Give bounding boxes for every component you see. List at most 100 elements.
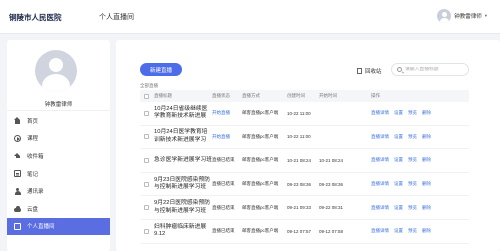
row-actions: 直播详情 设置 预览 删除	[357, 157, 469, 163]
live-method: 邮客直播pc客户端	[242, 133, 279, 139]
table-row: 10月24日省级继续医学教育新技术新进展 开始直播 邮客直播pc客户端 10-22 1…	[140, 102, 469, 126]
live-method: 邮客直播pc客户端	[242, 228, 279, 234]
live-method: 邮客直播pc客户端	[242, 204, 279, 210]
search-box[interactable]	[391, 63, 469, 76]
search-input[interactable]	[405, 67, 469, 72]
preview-link[interactable]: 预览	[408, 181, 417, 187]
preview-link[interactable]: 预览	[408, 228, 417, 234]
live-title[interactable]: 急诊医学新进展学习班	[152, 157, 212, 165]
table-body: 10月24日省级继续医学教育新技术新进展 开始直播 邮客直播pc客户端 10-22 1…	[140, 102, 469, 244]
user-menu[interactable]: 钟教雷律师 ▾	[437, 9, 487, 23]
settings-link[interactable]: 设置	[394, 181, 403, 187]
sidebar-item-cloud[interactable]: 云盘	[7, 200, 110, 218]
row-actions: 直播详情 设置 预览 删除	[357, 110, 469, 116]
live-title[interactable]: 9月22日医院感染预防与控制新进展学习班	[152, 200, 212, 215]
sidebar-item-label: 首页	[27, 118, 39, 125]
delete-link[interactable]: 删除	[422, 205, 431, 211]
details-link[interactable]: 直播详情	[371, 181, 389, 187]
hospital-logo[interactable]: 铜陵市人民医院	[9, 12, 62, 23]
sidebar-item-course[interactable]: 课程	[7, 130, 110, 148]
row-checkbox[interactable]	[143, 181, 149, 187]
delete-link[interactable]: 删除	[422, 110, 431, 116]
preview-link[interactable]: 预览	[408, 157, 417, 163]
trash-icon	[357, 68, 362, 74]
delete-link[interactable]: 删除	[422, 181, 431, 187]
settings-link[interactable]: 设置	[394, 228, 403, 234]
table-row: 9月23日医院感染预防与控制新进展学习班 直播已结束 邮客直播pc客户端 09-23 …	[140, 173, 469, 197]
live-status[interactable]: 开始直播	[212, 134, 242, 140]
details-link[interactable]: 直播详情	[371, 157, 389, 163]
sidebar-item-notes[interactable]: 笔记	[7, 165, 110, 183]
created-time: 10-22 11:00	[287, 134, 311, 140]
created-time: 10-21 08:24	[287, 157, 312, 163]
start-time: 09-12 07:58	[319, 228, 344, 234]
preview-link[interactable]: 预览	[408, 134, 417, 140]
created-time: 09-12 07:57	[287, 228, 312, 234]
sidebar-item-inbox[interactable]: 收件箱	[7, 147, 110, 165]
preview-link[interactable]: 预览	[408, 110, 417, 116]
divider	[7, 110, 110, 111]
details-link[interactable]: 直播详情	[371, 110, 389, 116]
row-checkbox[interactable]	[143, 134, 149, 140]
live-table: 直播标题 直播状态 直播方式 创建时间 开始时间 操作 10月24日省级继续医学…	[140, 90, 469, 244]
profile-avatar	[35, 50, 77, 92]
live-title[interactable]: 10月24日医学教育培训新技术新进展学习	[152, 129, 212, 144]
sidebar-item-label: 收件箱	[27, 153, 44, 160]
user-name[interactable]: 钟教雷律师	[454, 12, 482, 20]
settings-link[interactable]: 设置	[394, 134, 403, 140]
list-count-label: 全部直播	[140, 83, 158, 88]
cloud-icon	[14, 205, 21, 212]
sidebar-menu: 首页 课程 收件箱 笔记 通讯录 云盘 个人直播间	[7, 112, 110, 236]
table-row: 妇科肿瘤临床新进展9.12 直播已结束 邮客直播pc客户端 09-12 07:57 09…	[140, 220, 469, 244]
table-row: 10月24日医学教育培训新技术新进展学习 开始直播 邮客直播pc客户端 10-22 1…	[140, 126, 469, 150]
column-header: 操作	[371, 93, 380, 98]
details-link[interactable]: 直播详情	[371, 205, 389, 211]
delete-link[interactable]: 删除	[422, 157, 431, 163]
start-time: 09-23 08:36	[319, 181, 344, 187]
sidebar: 钟教雷律师 首页 课程 收件箱 笔记 通讯录 云盘 个人直播间	[7, 40, 110, 251]
sidebar-item-contacts[interactable]: 通讯录	[7, 182, 110, 200]
row-checkbox[interactable]	[143, 110, 149, 116]
chevron-down-icon[interactable]: ▾	[485, 13, 487, 19]
row-checkbox[interactable]	[143, 228, 149, 234]
select-all-checkbox[interactable]	[143, 93, 149, 99]
sidebar-item-home[interactable]: 首页	[7, 112, 110, 130]
created-time: 10-22 11:00	[287, 110, 311, 116]
page-title: 个人直播间	[99, 14, 134, 21]
live-title[interactable]: 妇科肿瘤临床新进展9.12	[152, 224, 212, 239]
live-status[interactable]: 开始直播	[212, 110, 242, 116]
details-link[interactable]: 直播详情	[371, 134, 389, 140]
row-checkbox[interactable]	[143, 157, 149, 163]
row-checkbox[interactable]	[143, 205, 149, 211]
delete-link[interactable]: 删除	[422, 228, 431, 234]
recycle-bin-link[interactable]: 回收站	[357, 67, 382, 75]
note-icon	[14, 170, 21, 178]
column-header: 直播标题	[154, 93, 172, 98]
column-header: 直播方式	[242, 93, 260, 98]
preview-link[interactable]: 预览	[408, 205, 417, 211]
user-avatar-icon[interactable]	[437, 9, 452, 23]
settings-link[interactable]: 设置	[394, 205, 403, 211]
start-time: 09-22 08:31	[319, 205, 344, 211]
sidebar-item-live-room[interactable]: 个人直播间	[7, 217, 110, 236]
created-time: 09-23 08:36	[287, 181, 312, 187]
row-actions: 直播详情 设置 预览 删除	[357, 205, 469, 211]
start-time: 10-21 08:24	[319, 157, 344, 163]
live-method: 邮客直播pc客户端	[242, 110, 279, 116]
sidebar-item-label: 云盘	[27, 206, 39, 213]
settings-link[interactable]: 设置	[394, 110, 403, 116]
details-link[interactable]: 直播详情	[371, 228, 389, 234]
main-panel: 新建直播 回收站 全部直播 直播标题 直播状态 直播方式 创建时间 开始时间 操…	[116, 40, 500, 251]
home-icon	[14, 117, 21, 125]
live-status: 直播已结束	[212, 181, 235, 187]
live-title[interactable]: 9月23日医院感染预防与控制新进展学习班	[152, 177, 212, 192]
live-title[interactable]: 10月24日省级继续医学教育新技术新进展	[152, 106, 212, 121]
contacts-icon	[14, 187, 21, 195]
top-bar: 铜陵市人民医院 个人直播间 钟教雷律师 ▾	[0, 0, 500, 34]
settings-link[interactable]: 设置	[394, 157, 403, 163]
table-row: 急诊医学新进展学习班 直播已结束 邮客直播pc客户端 10-21 08:24 10-21…	[140, 149, 469, 173]
sidebar-item-label: 通讯录	[27, 189, 44, 196]
delete-link[interactable]: 删除	[422, 134, 431, 140]
new-live-button[interactable]: 新建直播	[140, 63, 182, 76]
search-icon[interactable]	[397, 67, 402, 72]
